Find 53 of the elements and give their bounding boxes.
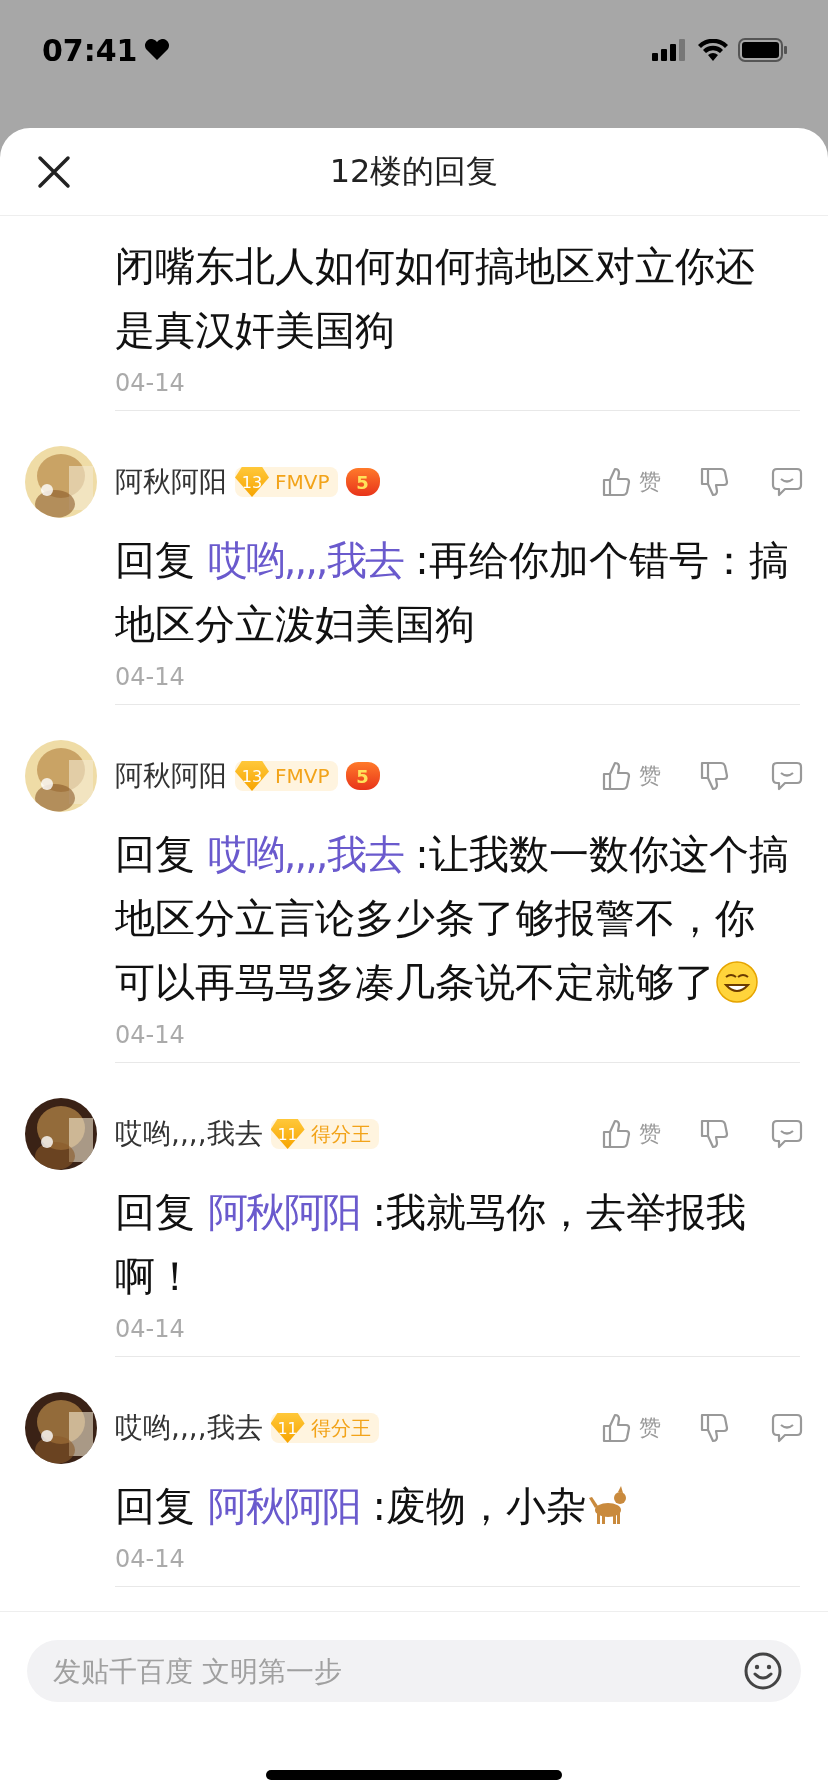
sheet-title: 12楼的回复: [329, 150, 499, 192]
reply-button[interactable]: [771, 761, 803, 791]
reply-button[interactable]: [771, 1119, 803, 1149]
user-link[interactable]: 阿秋阿阳: [207, 1483, 360, 1529]
dislike-button[interactable]: [699, 466, 729, 498]
thumbs-up-icon: [601, 760, 631, 792]
thumbs-down-icon: [699, 760, 729, 792]
dislike-button[interactable]: [699, 1118, 729, 1150]
thumbs-up-icon: [601, 1412, 631, 1444]
game-badge: 5: [345, 468, 380, 496]
dislike-button[interactable]: [699, 1412, 729, 1444]
user-name[interactable]: 阿秋阿阳: [115, 463, 227, 501]
reply-button[interactable]: [771, 1413, 803, 1443]
reply-text: 回复 阿秋阿阳 :我就骂你，去举报我啊！: [115, 1188, 747, 1301]
reply-text: 回复 哎哟,,,,我去 :让我数一数你这个搞地区分立言论多少条了够报警不，你可以再骂骂多凑几条说不定就够了: [115, 830, 790, 1007]
smiley-icon[interactable]: [743, 1651, 783, 1691]
comment-date: 04-14: [115, 662, 186, 692]
signal-icon: [652, 39, 688, 61]
battery-icon: [738, 38, 788, 62]
comment-text: 闭嘴东北人如何如何搞地区对立你还是真汉奸美国狗: [115, 242, 756, 355]
heart-icon: [143, 39, 170, 61]
user-name[interactable]: 哎哟,,,,我去: [115, 1115, 263, 1153]
thumbs-down-icon: [699, 466, 729, 498]
thumbs-up-icon: [601, 466, 631, 498]
grinning-face-icon: [715, 960, 759, 1004]
like-button[interactable]: 赞: [601, 466, 661, 498]
user-name[interactable]: 哎哟,,,,我去: [115, 1409, 263, 1447]
comment-date: 04-14: [115, 368, 186, 398]
user-name[interactable]: 阿秋阿阳: [115, 757, 227, 795]
thumbs-down-icon: [699, 1412, 729, 1444]
like-button[interactable]: 赞: [601, 760, 661, 792]
wifi-icon: [698, 39, 728, 61]
reply-button[interactable]: [771, 467, 803, 497]
dislike-button[interactable]: [699, 760, 729, 792]
status-time: 07:41: [42, 32, 170, 68]
user-link[interactable]: 阿秋阿阳: [207, 1189, 360, 1235]
like-button[interactable]: 赞: [601, 1118, 661, 1150]
reply-text: 回复 哎哟,,,,我去 :再给你加个错号：搞地区分立泼妇美国狗: [115, 536, 790, 649]
level-badge: 13 FMVP: [235, 761, 338, 791]
thumbs-up-icon: [601, 1118, 631, 1150]
like-button[interactable]: 赞: [601, 1412, 661, 1444]
comment-input-field[interactable]: 发贴千百度 文明第一步: [27, 1640, 801, 1702]
comment-date: 04-14: [115, 1020, 186, 1050]
comment-date: 04-14: [115, 1544, 186, 1574]
thumbs-down-icon: [699, 1118, 729, 1150]
level-badge: 13 FMVP: [235, 467, 338, 497]
level-badge: 11 得分王: [270, 1119, 379, 1149]
user-link[interactable]: 哎哟,,,,我去: [207, 537, 403, 583]
reply-text: 回复 阿秋阿阳 :废物，小杂: [115, 1474, 793, 1538]
user-link[interactable]: 哎哟,,,,我去: [207, 831, 403, 877]
level-badge: 11 得分王: [270, 1413, 379, 1443]
comment-date: 04-14: [115, 1314, 186, 1344]
game-badge: 5: [345, 762, 380, 790]
